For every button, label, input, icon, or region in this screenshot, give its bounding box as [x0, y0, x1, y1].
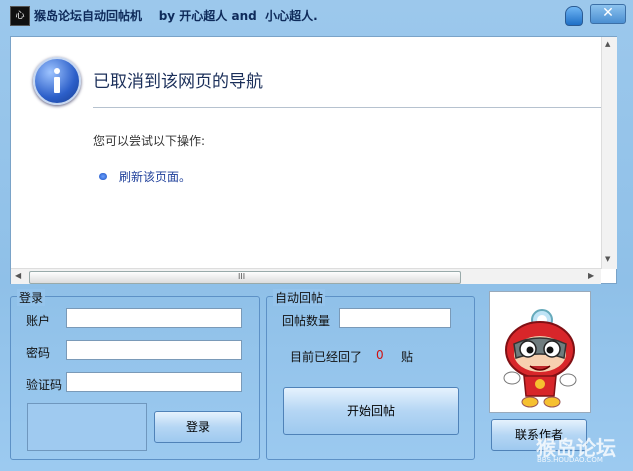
app-icon: 心: [10, 6, 30, 26]
horizontal-scroll-thumb[interactable]: III: [29, 271, 461, 284]
login-group-label: 登录: [17, 289, 46, 306]
bullet-icon: [99, 173, 107, 180]
reply-status-suffix: 贴: [401, 350, 414, 364]
password-input[interactable]: [66, 340, 242, 360]
mascot-image: [489, 291, 591, 413]
password-label: 密码: [26, 346, 51, 360]
reply-status-count: 0: [376, 348, 384, 362]
app-window: 心 猴岛论坛自动回帖机 by 开心超人 and 小心超人. ✕ 已取消到该网页的…: [0, 0, 633, 471]
reply-status-prefix: 目前已经回了: [290, 350, 363, 364]
scroll-down-icon[interactable]: ▼: [605, 255, 610, 263]
divider: [93, 107, 601, 108]
scroll-grip: III: [238, 272, 246, 281]
forum-watermark-url: BBS.HOUDAO.COM: [537, 456, 603, 464]
info-icon: [33, 57, 81, 105]
vertical-scrollbar[interactable]: ▲ ▼: [601, 37, 617, 269]
login-group: 登录 账户 密码 验证码 登录: [10, 289, 260, 460]
reply-count-input[interactable]: [339, 308, 451, 328]
close-button[interactable]: ✕: [590, 4, 626, 24]
account-label: 账户: [26, 314, 51, 328]
window-title: 猴岛论坛自动回帖机 by 开心超人 and 小心超人.: [34, 9, 318, 23]
navigation-cancelled-title: 已取消到该网页的导航: [93, 72, 263, 92]
auto-reply-group: 自动回帖 回帖数量 目前已经回了 贴 开始回帖: [266, 289, 475, 460]
skin-icon[interactable]: [565, 6, 583, 26]
horizontal-scrollbar[interactable]: ◀ III ▶: [11, 268, 601, 284]
refresh-page-link[interactable]: 刷新该页面。: [119, 168, 191, 185]
suggestion-heading: 您可以尝试以下操作:: [93, 134, 206, 148]
start-reply-button[interactable]: 开始回帖: [283, 387, 459, 435]
scroll-right-icon[interactable]: ▶: [588, 271, 594, 280]
captcha-image[interactable]: [27, 403, 147, 451]
scroll-up-icon[interactable]: ▲: [605, 40, 610, 48]
auto-reply-group-label: 自动回帖: [273, 289, 326, 306]
embedded-browser: 已取消到该网页的导航 您可以尝试以下操作: 刷新该页面。 ▲ ▼ ◀ III ▶: [10, 36, 617, 284]
reply-count-label: 回帖数量: [282, 314, 331, 328]
title-bar: 心 猴岛论坛自动回帖机 by 开心超人 and 小心超人. ✕: [0, 0, 633, 30]
account-input[interactable]: [66, 308, 242, 328]
captcha-input[interactable]: [66, 372, 242, 392]
captcha-label: 验证码: [26, 378, 63, 392]
login-button[interactable]: 登录: [154, 411, 242, 443]
scroll-left-icon[interactable]: ◀: [15, 271, 21, 280]
